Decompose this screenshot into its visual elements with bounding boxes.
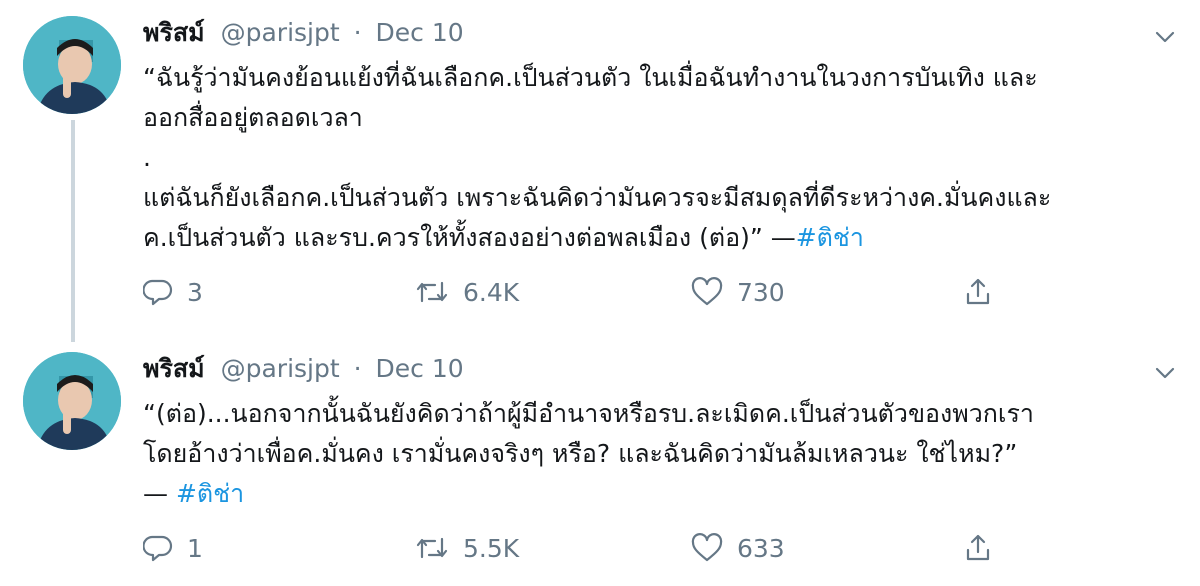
like-count: 633 bbox=[737, 533, 785, 563]
tweet-text-line: “(ต่อ)...นอกจากนั้นฉันยังคิดว่าถ้าผู้มีอ… bbox=[143, 399, 1034, 428]
tweet-text-line: ออกสื่ออยู่ตลอดเวลา bbox=[143, 103, 363, 132]
tweet-text: “(ต่อ)...นอกจากนั้นฉันยังคิดว่าถ้าผู้มีอ… bbox=[143, 394, 1183, 514]
thread-connector-line bbox=[71, 120, 75, 342]
reply-button[interactable]: 3 bbox=[143, 272, 203, 312]
avatar-image bbox=[23, 16, 121, 114]
retweet-count: 5.5K bbox=[463, 533, 520, 563]
retweet-button[interactable]: 5.5K bbox=[415, 528, 519, 568]
retweet-icon bbox=[416, 281, 448, 303]
tweet-text-line: ค.เป็นส่วนตัว และรบ.ควรให้ทั้งสองอย่างต่… bbox=[143, 218, 1183, 258]
share-button[interactable] bbox=[963, 528, 1007, 568]
tweet-text-segment: ค.เป็นส่วนตัว และรบ.ควรให้ทั้งสองอย่างต่… bbox=[143, 223, 796, 252]
avatar[interactable] bbox=[23, 16, 121, 114]
like-button[interactable]: 730 bbox=[691, 272, 785, 312]
heart-icon bbox=[691, 277, 723, 306]
author-handle[interactable]: @parisjpt bbox=[221, 354, 340, 383]
tweet-text-line: — #ติช่า bbox=[143, 474, 1183, 514]
avatar[interactable] bbox=[23, 352, 121, 450]
heart-icon bbox=[691, 533, 723, 562]
reply-icon bbox=[143, 535, 173, 562]
tweet-actions: 1 5.5K 633 bbox=[143, 528, 1003, 568]
separator-dot: · bbox=[353, 354, 362, 383]
reply-count: 3 bbox=[187, 277, 203, 307]
like-button[interactable]: 633 bbox=[691, 528, 785, 568]
tweet-header: พริสม์ @parisjpt · Dec 10 bbox=[143, 16, 464, 50]
like-count: 730 bbox=[737, 277, 785, 307]
chevron-down-icon[interactable] bbox=[1152, 360, 1178, 386]
reply-button[interactable]: 1 bbox=[143, 528, 203, 568]
tweet-text-line: “ฉันรู้ว่ามันคงย้อนแย้งที่ฉันเลือกค.เป็น… bbox=[143, 63, 1038, 92]
author-name[interactable]: พริสม์ bbox=[143, 354, 205, 383]
tweet-text-segment: — bbox=[143, 479, 176, 508]
reply-icon bbox=[143, 279, 173, 306]
tweet-actions: 3 6.4K 730 bbox=[143, 272, 1003, 312]
tweet-thread: พริสม์ @parisjpt · Dec 10 “ฉันรู้ว่ามันค… bbox=[0, 0, 1200, 586]
tweet[interactable]: พริสม์ @parisjpt · Dec 10 “(ต่อ)...นอกจา… bbox=[0, 340, 1200, 586]
retweet-count: 6.4K bbox=[463, 277, 520, 307]
retweet-icon bbox=[416, 537, 448, 559]
tweet-text-line: . bbox=[143, 143, 151, 172]
author-handle[interactable]: @parisjpt bbox=[221, 18, 340, 47]
author-name[interactable]: พริสม์ bbox=[143, 18, 205, 47]
tweet-text-line: โดยอ้างว่าเพื่อค.มั่นคง เรามั่นคงจริงๆ ห… bbox=[143, 439, 1018, 468]
tweet-text: “ฉันรู้ว่ามันคงย้อนแย้งที่ฉันเลือกค.เป็น… bbox=[143, 58, 1183, 258]
reply-count: 1 bbox=[187, 533, 203, 563]
separator-dot: · bbox=[353, 18, 362, 47]
tweet[interactable]: พริสม์ @parisjpt · Dec 10 “ฉันรู้ว่ามันค… bbox=[0, 0, 1200, 342]
share-button[interactable] bbox=[963, 272, 1007, 312]
tweet-header: พริสม์ @parisjpt · Dec 10 bbox=[143, 352, 464, 386]
hashtag-link[interactable]: #ติช่า bbox=[176, 479, 244, 508]
tweet-date[interactable]: Dec 10 bbox=[376, 354, 464, 383]
tweet-date[interactable]: Dec 10 bbox=[376, 18, 464, 47]
tweet-text-line: แต่ฉันก็ยังเลือกค.เป็นส่วนตัว เพราะฉันคิ… bbox=[143, 183, 1052, 212]
retweet-button[interactable]: 6.4K bbox=[415, 272, 519, 312]
avatar-image bbox=[23, 352, 121, 450]
share-icon bbox=[966, 534, 990, 561]
share-icon bbox=[966, 278, 990, 305]
chevron-down-icon[interactable] bbox=[1152, 24, 1178, 50]
hashtag-link[interactable]: #ติช่า bbox=[796, 223, 864, 252]
